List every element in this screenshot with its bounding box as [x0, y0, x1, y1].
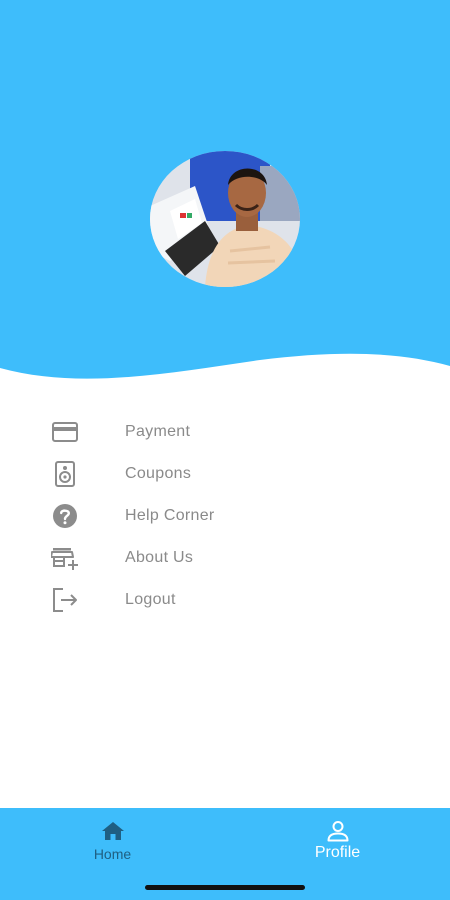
menu-item-coupons[interactable]: Coupons — [0, 453, 450, 495]
home-indicator — [145, 885, 305, 890]
nav-profile-tab[interactable]: Profile — [225, 808, 450, 878]
menu-item-logout[interactable]: Logout — [0, 579, 450, 621]
speaker-icon — [51, 461, 79, 487]
profile-header — [0, 0, 450, 390]
person-icon — [325, 820, 351, 842]
menu-item-payment[interactable]: Payment — [0, 411, 450, 453]
avatar[interactable] — [150, 151, 300, 287]
logout-icon — [51, 587, 79, 613]
menu-item-label: Coupons — [125, 465, 192, 482]
menu-item-label: About Us — [125, 549, 194, 566]
user-photo — [150, 151, 300, 287]
nav-profile-label: Profile — [314, 844, 361, 861]
menu-item-label: Payment — [125, 423, 191, 440]
menu-item-help-corner[interactable]: Help Corner — [0, 495, 450, 537]
nav-home-label: Home — [93, 846, 132, 862]
home-icon — [100, 820, 126, 842]
credit-card-icon — [51, 419, 79, 445]
menu-item-about-us[interactable]: About Us — [0, 537, 450, 579]
nav-home-tab[interactable]: Home — [0, 808, 225, 878]
bottom-navigation-bar: Home Profile — [0, 808, 450, 900]
menu-item-label: Help Corner — [125, 507, 215, 524]
menu-item-label: Logout — [125, 591, 176, 608]
profile-menu: Payment Coupons Help Corner About Us Log… — [0, 411, 450, 621]
store-add-icon — [50, 545, 79, 571]
help-circle-icon — [51, 503, 79, 529]
